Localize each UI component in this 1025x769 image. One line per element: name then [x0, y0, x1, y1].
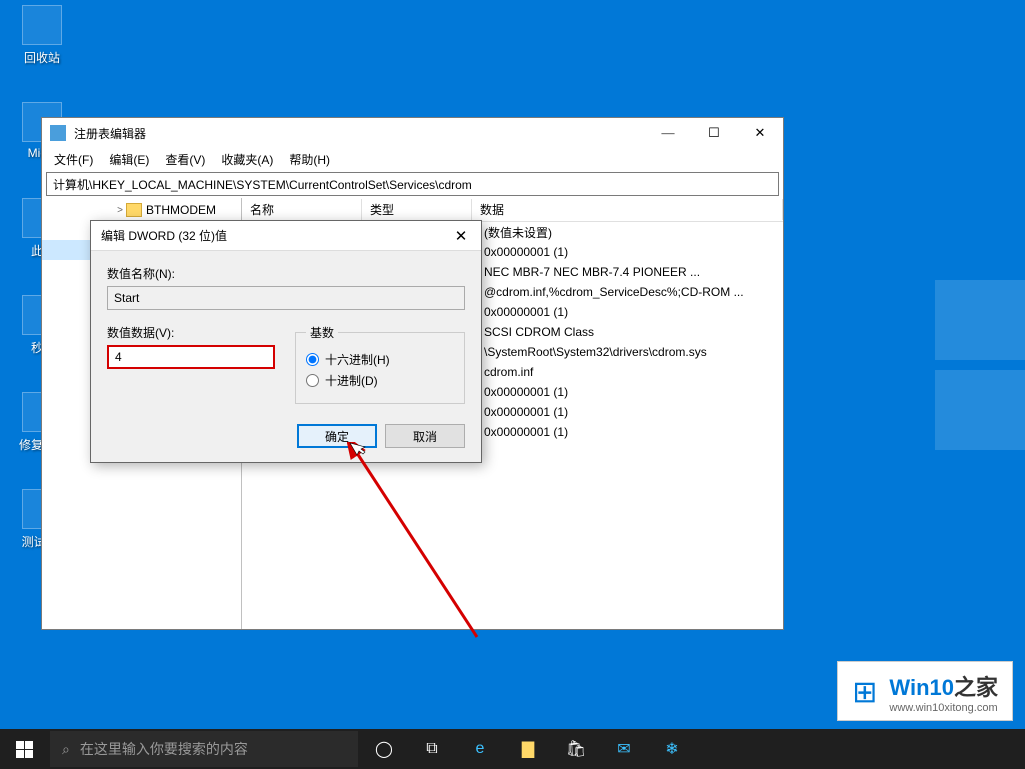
row-data: 0x00000001 (1): [476, 405, 783, 419]
address-bar[interactable]: 计算机\HKEY_LOCAL_MACHINE\SYSTEM\CurrentCon…: [46, 172, 779, 196]
app-icon: [22, 5, 62, 45]
value-data-label: 数值数据(V):: [107, 324, 275, 341]
row-data: 0x00000001 (1): [476, 245, 783, 259]
folder-icon: [126, 203, 142, 217]
regedit-titlebar[interactable]: 注册表编辑器 — ☐ ✕: [42, 118, 783, 148]
menu-item[interactable]: 收藏夹(A): [213, 149, 281, 170]
menu-item[interactable]: 帮助(H): [281, 149, 338, 170]
minimize-button[interactable]: —: [645, 118, 691, 148]
value-name-label: 数值名称(N):: [107, 265, 465, 282]
explorer-icon[interactable]: ▇: [504, 729, 552, 769]
dialog-title: 编辑 DWORD (32 位)值: [101, 227, 441, 244]
ok-button[interactable]: 确定: [297, 424, 377, 448]
settings-icon[interactable]: ❄: [648, 729, 696, 769]
radix-group: 基数 十六进制(H) 十进制(D): [295, 324, 465, 404]
icon-label: 回收站: [24, 51, 60, 65]
start-button[interactable]: [0, 729, 48, 769]
mail-icon[interactable]: ✉: [600, 729, 648, 769]
col-type[interactable]: 类型: [362, 199, 472, 220]
store-icon[interactable]: 🛍: [552, 729, 600, 769]
menu-item[interactable]: 编辑(E): [101, 149, 157, 170]
radix-dec-option[interactable]: 十进制(D): [306, 372, 454, 389]
row-data: SCSI CDROM Class: [476, 325, 783, 339]
search-icon: ⌕: [62, 741, 70, 758]
radix-dec-radio[interactable]: [306, 374, 319, 387]
row-data: (数值未设置): [476, 224, 783, 241]
tree-item[interactable]: > BTHMODEM: [42, 200, 241, 220]
search-placeholder: 在这里输入你要搜索的内容: [80, 739, 248, 759]
chevron-right-icon[interactable]: >: [114, 205, 126, 216]
cortana-icon[interactable]: ◯: [360, 729, 408, 769]
edit-dword-dialog: 编辑 DWORD (32 位)值 ✕ 数值名称(N): Start 数值数据(V…: [90, 220, 482, 463]
menu-item[interactable]: 文件(F): [46, 149, 101, 170]
value-name-input[interactable]: Start: [107, 286, 465, 310]
row-data: NEC MBR-7 NEC MBR-7.4 PIONEER ...: [476, 265, 783, 279]
row-data: 0x00000001 (1): [476, 425, 783, 439]
value-data-input[interactable]: 4: [107, 345, 275, 369]
regedit-menubar: 文件(F)编辑(E)查看(V)收藏夹(A)帮助(H): [42, 148, 783, 170]
menu-item[interactable]: 查看(V): [157, 149, 213, 170]
row-data: 0x00000001 (1): [476, 305, 783, 319]
edge-icon[interactable]: e: [456, 729, 504, 769]
task-view-icon[interactable]: ⧉: [408, 729, 456, 769]
watermark: ⊞ Win10之家 www.win10xitong.com: [837, 661, 1013, 721]
radix-hex-option[interactable]: 十六进制(H): [306, 351, 454, 368]
close-button[interactable]: ✕: [737, 118, 783, 148]
col-data[interactable]: 数据: [472, 199, 783, 220]
windows-logo-icon: ⊞: [852, 675, 877, 710]
dialog-titlebar[interactable]: 编辑 DWORD (32 位)值 ✕: [91, 221, 481, 251]
desktop-icon[interactable]: 回收站: [5, 5, 79, 66]
taskbar: ⌕ 在这里输入你要搜索的内容 ◯ ⧉ e ▇ 🛍 ✉ ❄: [0, 729, 1025, 769]
col-name[interactable]: 名称: [242, 199, 362, 220]
taskbar-search[interactable]: ⌕ 在这里输入你要搜索的内容: [50, 731, 358, 767]
dialog-close-button[interactable]: ✕: [441, 221, 481, 251]
row-data: 0x00000001 (1): [476, 385, 783, 399]
row-data: \SystemRoot\System32\drivers\cdrom.sys: [476, 345, 783, 359]
radix-legend: 基数: [306, 324, 338, 341]
radix-hex-radio[interactable]: [306, 353, 319, 366]
tree-label: BTHMODEM: [146, 203, 216, 217]
row-data: cdrom.inf: [476, 365, 783, 379]
regedit-icon: [50, 125, 66, 141]
list-header: 名称 类型 数据: [242, 198, 783, 222]
windows-logo-icon: [16, 741, 33, 758]
regedit-title: 注册表编辑器: [74, 125, 645, 142]
cancel-button[interactable]: 取消: [385, 424, 465, 448]
maximize-button[interactable]: ☐: [691, 118, 737, 148]
row-data: @cdrom.inf,%cdrom_ServiceDesc%;CD-ROM ..…: [476, 285, 783, 299]
